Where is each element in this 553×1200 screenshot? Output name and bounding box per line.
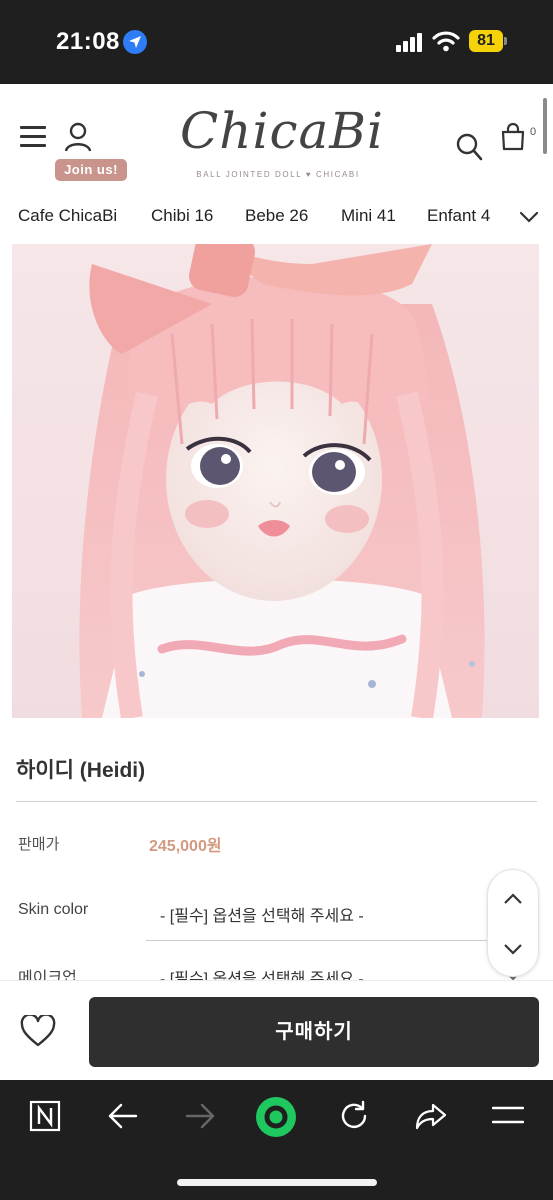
- status-bar: 21:08 81: [0, 0, 553, 84]
- search-icon[interactable]: [456, 132, 484, 167]
- price-value: 245,000원: [149, 838, 222, 855]
- nav-item-mini-41[interactable]: Mini 41: [341, 206, 396, 226]
- refresh-icon[interactable]: [338, 1100, 370, 1137]
- browser-toolbar: [0, 1080, 553, 1200]
- nav-item-chibi-16[interactable]: Chibi 16: [151, 206, 213, 226]
- cart-icon[interactable]: [500, 122, 526, 157]
- nav-item-cafe-chicabi[interactable]: Cafe ChicaBi: [18, 206, 117, 226]
- bottom-action-bar: 구매하기: [0, 980, 553, 1080]
- product-image: [12, 244, 539, 718]
- logo-subtitle: BALL JOINTED DOLL ♥ CHICABI: [196, 170, 360, 179]
- scroll-up-icon[interactable]: [503, 892, 523, 911]
- scroll-buttons: [487, 869, 539, 977]
- user-icon[interactable]: [64, 122, 92, 157]
- web-page[interactable]: Join us! ChicaBi BALL JOINTED DOLL ♥ CHI…: [0, 84, 553, 1080]
- wifi-icon: [432, 30, 460, 57]
- home-indicator[interactable]: [177, 1179, 377, 1186]
- category-nav: Cafe ChicaBi Chibi 16 Bebe 26 Mini 41 En…: [0, 202, 553, 232]
- heart-icon[interactable]: [20, 1013, 56, 1052]
- option-select-skin-color[interactable]: - [필수] 옵션을 선택해 주세요 -: [160, 902, 364, 926]
- naver-icon[interactable]: [29, 1100, 61, 1137]
- cart-count: 0: [530, 126, 537, 138]
- share-icon[interactable]: [414, 1102, 448, 1135]
- join-us-badge[interactable]: Join us!: [55, 159, 127, 181]
- product-title: 하이디 (Heidi): [16, 759, 146, 782]
- battery-icon: 81: [469, 30, 507, 52]
- buy-button[interactable]: 구매하기: [89, 997, 539, 1067]
- nav-item-enfant-4[interactable]: Enfant 4: [427, 206, 490, 226]
- chicabi-logo[interactable]: ChicaBi BALL JOINTED DOLL ♥ CHICABI: [180, 102, 384, 184]
- menu-lines-icon[interactable]: [491, 1106, 525, 1129]
- green-home-icon[interactable]: [255, 1096, 297, 1143]
- status-time: 21:08: [56, 28, 120, 55]
- logo-text: ChicaBi: [180, 102, 384, 160]
- back-arrow-icon[interactable]: [108, 1102, 138, 1135]
- page-scrollbar[interactable]: [543, 98, 547, 154]
- menu-icon[interactable]: [20, 126, 46, 148]
- option-label-skin-color: Skin color: [18, 901, 89, 918]
- battery-level: 81: [469, 30, 503, 52]
- forward-arrow-icon: [185, 1102, 215, 1135]
- divider: [16, 801, 537, 802]
- scroll-down-icon[interactable]: [503, 942, 523, 961]
- chevron-down-icon[interactable]: [519, 210, 539, 229]
- nav-item-bebe-26[interactable]: Bebe 26: [245, 206, 308, 226]
- location-arrow-icon: [123, 30, 147, 54]
- option-divider: [146, 940, 538, 941]
- signal-icon: [396, 32, 426, 52]
- price-label: 판매가: [18, 836, 60, 853]
